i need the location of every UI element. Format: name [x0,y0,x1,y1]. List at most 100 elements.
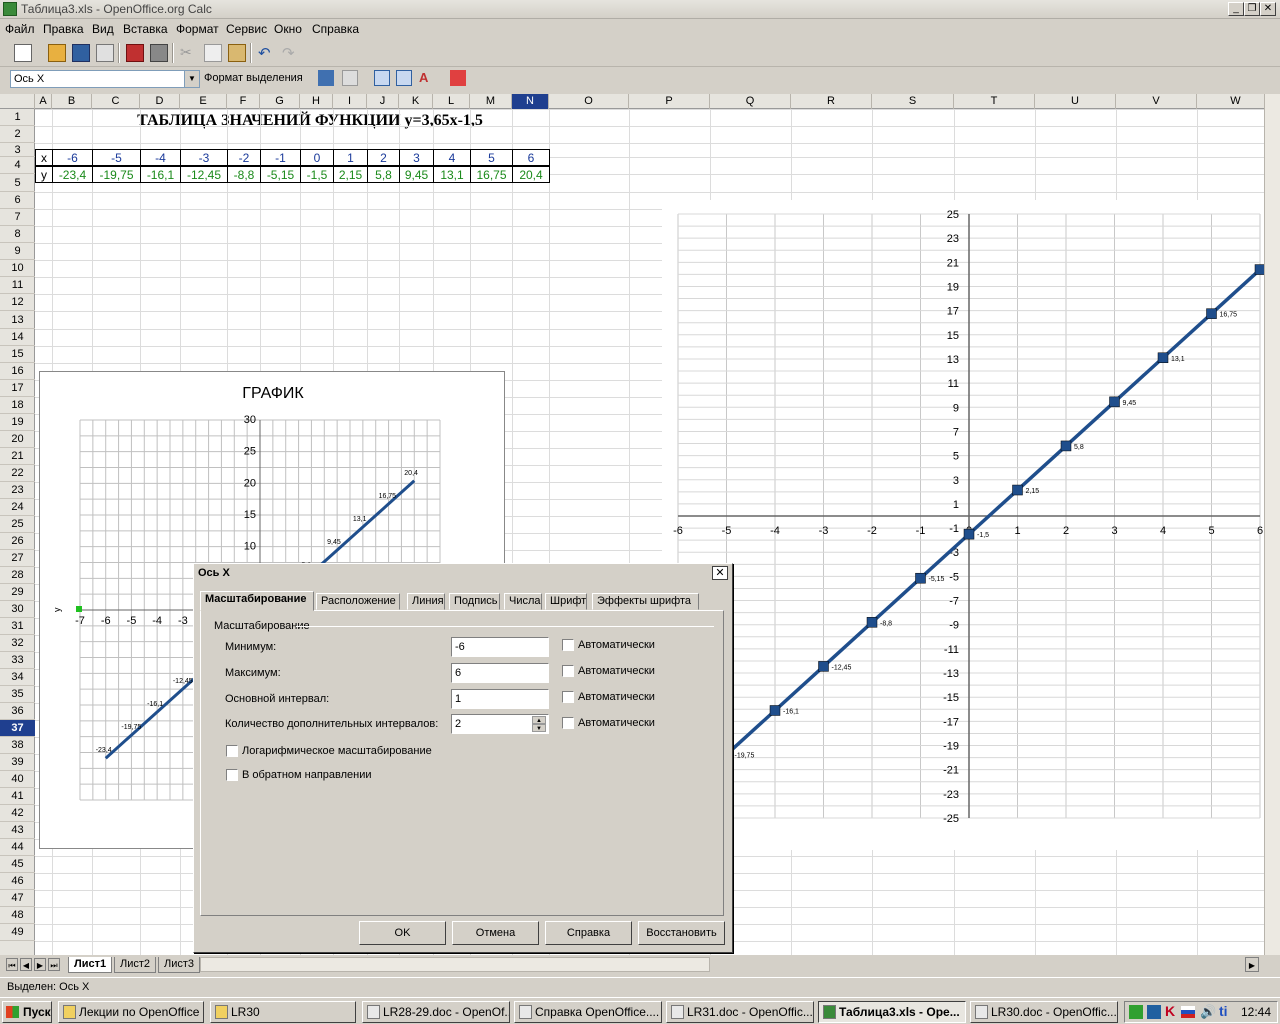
row-header[interactable]: 21 [0,448,35,465]
row-header[interactable]: 22 [0,465,35,482]
stepper-up-icon[interactable]: ▲ [532,716,546,724]
row-header[interactable]: 6 [0,192,35,209]
column-header[interactable]: L [433,94,470,109]
column-header[interactable]: A [35,94,52,109]
data-table-icon[interactable] [342,70,358,86]
x-value-cell[interactable]: 5 [470,149,513,166]
start-button[interactable]: Пуск [2,1001,52,1023]
tab-scale[interactable]: Масштабирование [200,591,314,611]
vertical-scrollbar[interactable] [1264,94,1280,955]
row-header[interactable]: 27 [0,550,35,567]
task-button[interactable]: Справка OpenOffice.... [514,1001,662,1023]
row-header[interactable]: 5 [0,174,35,192]
volume-icon[interactable]: 🔊 [1200,1004,1216,1020]
column-header[interactable]: M [470,94,512,109]
log-scale-checkbox[interactable] [226,745,238,757]
sheet-tab-2[interactable]: Лист2 [114,957,157,973]
restore-icon[interactable]: ❐ [1244,2,1260,16]
column-header[interactable]: B [52,94,92,109]
tab-numbers[interactable]: Числа [504,593,542,610]
column-header[interactable]: O [549,94,629,109]
menu-edit[interactable]: Правка [43,22,84,36]
y-value-cell[interactable]: -1,5 [300,166,334,183]
row-header[interactable]: 18 [0,397,35,414]
row-header[interactable]: 48 [0,907,35,924]
close-icon[interactable]: ✕ [1260,2,1276,16]
y-value-cell[interactable]: 13,1 [433,166,471,183]
row-header[interactable]: 31 [0,618,35,635]
row-header[interactable]: 8 [0,226,35,243]
tab-font[interactable]: Шрифт [545,593,587,610]
corner-select-all[interactable] [0,94,35,109]
tab-font-effects[interactable]: Эффекты шрифта [592,593,699,610]
row-header[interactable]: 43 [0,822,35,839]
save-icon[interactable] [72,44,90,62]
menu-help[interactable]: Справка [312,22,359,36]
column-header[interactable]: I [333,94,367,109]
minimize-icon[interactable]: _ [1228,2,1244,16]
column-header[interactable]: U [1035,94,1116,109]
legend-icon[interactable] [396,70,412,86]
tab-label[interactable]: Подпись [449,593,500,610]
row-header[interactable]: 39 [0,754,35,771]
row-header[interactable]: 37 [0,720,35,737]
x-value-cell[interactable]: 0 [300,149,334,166]
y-value-cell[interactable]: 20,4 [512,166,550,183]
scale-text-icon[interactable]: A [419,70,437,88]
task-button[interactable]: LR30.doc - OpenOffic... [970,1001,1118,1023]
menu-file[interactable]: Файл [5,22,35,36]
row-header[interactable]: 32 [0,635,35,652]
row-header[interactable]: 25 [0,516,35,533]
y-value-cell[interactable]: 2,15 [333,166,368,183]
cancel-button[interactable]: Отмена [452,921,539,945]
row-header[interactable]: 7 [0,209,35,226]
edit-mode-icon[interactable] [96,44,114,62]
language-flag-icon[interactable] [1181,1006,1195,1018]
column-header[interactable]: G [260,94,300,109]
y-value-cell[interactable]: 16,75 [470,166,513,183]
reset-button[interactable]: Восстановить [638,921,725,945]
tab-positioning[interactable]: Расположение [316,593,400,610]
row-header[interactable]: 19 [0,414,35,431]
x-value-cell[interactable]: 3 [399,149,434,166]
open-folder-icon[interactable] [48,44,66,62]
row-header[interactable]: 16 [0,363,35,380]
column-header[interactable]: F [227,94,260,109]
tray-app-icon[interactable] [1147,1005,1161,1019]
new-document-icon[interactable] [14,44,32,62]
last-sheet-icon[interactable]: ⏭ [48,958,60,971]
row-header[interactable]: 20 [0,431,35,448]
task-button-active[interactable]: Таблица3.xls - Ope... [818,1001,966,1023]
row-header[interactable]: 49 [0,924,35,941]
ok-button[interactable]: OK [359,921,446,945]
row-header[interactable]: 13 [0,311,35,329]
insert-chart-icon[interactable] [450,70,466,86]
column-header[interactable]: K [399,94,433,109]
column-header[interactable]: R [791,94,872,109]
row-header[interactable]: 46 [0,873,35,890]
horizontal-grid-icon[interactable] [374,70,390,86]
task-button[interactable]: LR28-29.doc - OpenOf... [362,1001,510,1023]
menu-insert[interactable]: Вставка [123,22,168,36]
y-value-cell[interactable]: -12,45 [180,166,228,183]
menu-view[interactable]: Вид [92,22,114,36]
column-header[interactable]: D [140,94,180,109]
x-value-cell[interactable]: -1 [260,149,301,166]
row-header[interactable]: 33 [0,652,35,669]
row-header[interactable]: 40 [0,771,35,788]
column-header[interactable]: E [180,94,227,109]
row-header[interactable]: 36 [0,703,35,720]
row-header[interactable]: 17 [0,380,35,397]
row-header[interactable]: 12 [0,294,35,311]
y-value-cell[interactable]: -23,4 [52,166,93,183]
column-header[interactable]: J [367,94,399,109]
network-icon[interactable] [1129,1005,1143,1019]
row-header[interactable]: 28 [0,567,35,584]
row-header[interactable]: 10 [0,260,35,277]
column-header-selected[interactable]: N [512,94,549,109]
row-header[interactable]: 3 [0,143,35,157]
chevron-down-icon[interactable]: ▼ [184,70,200,88]
ti-icon[interactable]: ti [1219,1003,1228,1019]
antivirus-icon[interactable]: K [1165,1003,1175,1019]
y-value-cell[interactable]: -8,8 [227,166,261,183]
